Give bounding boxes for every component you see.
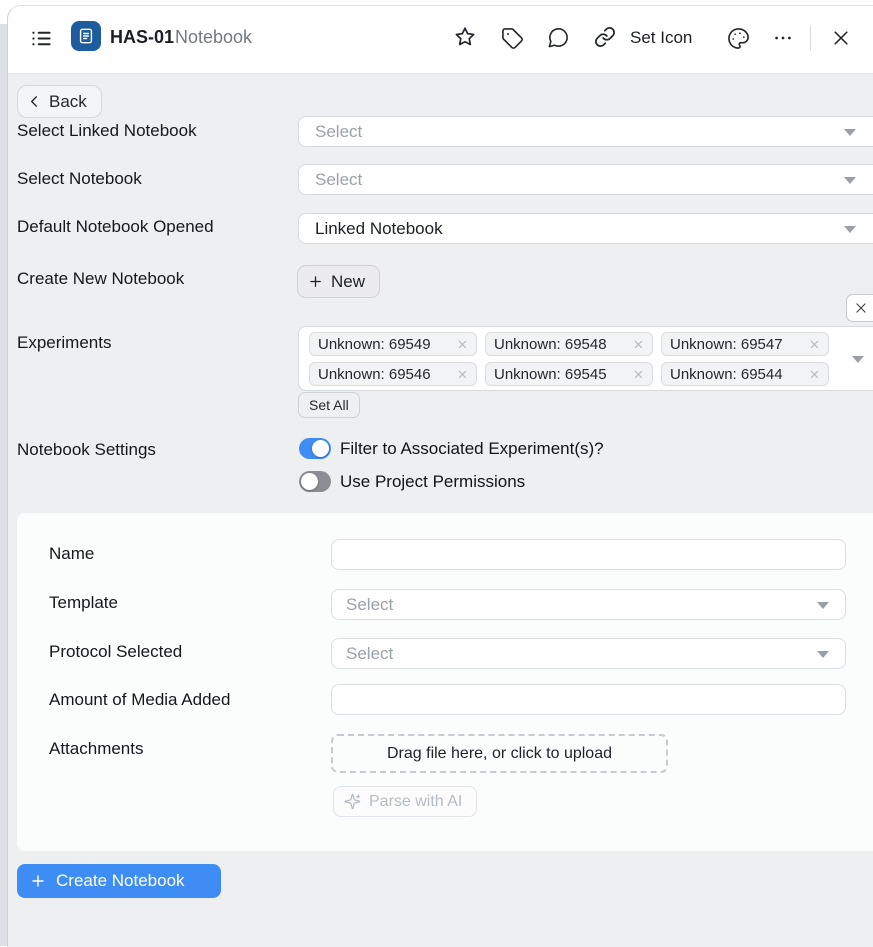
template-label: Template xyxy=(49,593,118,613)
page-subtitle: Notebook xyxy=(175,27,252,48)
parse-with-ai-label: Parse with AI xyxy=(369,793,462,811)
chevron-down-icon xyxy=(817,651,829,658)
file-dropzone[interactable]: Drag file here, or click to upload xyxy=(331,734,668,773)
notebook-form-card: Name Template Select Protocol Selected S… xyxy=(17,513,873,851)
select-notebook-dropdown[interactable]: Select xyxy=(298,164,873,195)
new-notebook-button[interactable]: New xyxy=(297,265,380,298)
parse-with-ai-button[interactable]: Parse with AI xyxy=(333,786,477,817)
header-bar: HAS-01 Notebook Set Icon xyxy=(8,6,873,74)
sparkles-icon xyxy=(344,793,361,810)
default-notebook-opened-dropdown[interactable]: Linked Notebook xyxy=(298,213,873,244)
notebook-settings-label: Notebook Settings xyxy=(17,440,156,460)
tag-icon[interactable] xyxy=(498,24,526,52)
palette-icon[interactable] xyxy=(724,24,752,52)
create-notebook-button[interactable]: Create Notebook xyxy=(17,864,221,898)
project-permissions-toggle-label: Use Project Permissions xyxy=(340,472,525,492)
experiment-tag: Unknown: 69547 xyxy=(661,332,829,356)
header-divider xyxy=(810,25,811,51)
close-icon[interactable] xyxy=(827,24,855,52)
experiment-tag-label: Unknown: 69548 xyxy=(494,336,607,353)
tag-remove-icon[interactable] xyxy=(633,339,644,350)
chevron-left-icon xyxy=(27,94,42,109)
chevron-down-icon xyxy=(852,356,864,363)
tag-remove-icon[interactable] xyxy=(457,369,468,380)
select-notebook-label: Select Notebook xyxy=(17,169,142,189)
filter-experiments-toggle[interactable] xyxy=(299,438,331,459)
toggle-knob xyxy=(301,473,318,490)
experiment-tag: Unknown: 69546 xyxy=(309,362,477,386)
template-dropdown[interactable]: Select xyxy=(331,589,846,620)
back-button[interactable]: Back xyxy=(17,85,102,118)
select-linked-notebook-label: Select Linked Notebook xyxy=(17,121,197,141)
amount-of-media-added-label: Amount of Media Added xyxy=(49,690,230,710)
protocol-selected-placeholder: Select xyxy=(346,644,393,664)
tag-remove-icon[interactable] xyxy=(809,339,820,350)
protocol-selected-dropdown[interactable]: Select xyxy=(331,638,846,669)
chevron-down-icon xyxy=(844,129,856,136)
experiment-tag-label: Unknown: 69545 xyxy=(494,366,607,383)
experiments-multiselect[interactable]: Unknown: 69549 Unknown: 69548 Unknown: 6… xyxy=(298,326,873,391)
create-notebook-button-label: Create Notebook xyxy=(56,871,185,891)
more-options-icon[interactable] xyxy=(769,24,797,52)
experiment-tag: Unknown: 69548 xyxy=(485,332,653,356)
new-notebook-button-label: New xyxy=(331,272,365,292)
tag-remove-icon[interactable] xyxy=(809,369,820,380)
chevron-down-icon xyxy=(844,226,856,233)
toggle-knob xyxy=(312,440,329,457)
name-input[interactable] xyxy=(331,539,846,570)
default-notebook-opened-label: Default Notebook Opened xyxy=(17,217,214,237)
dropzone-text: Drag file here, or click to upload xyxy=(387,745,612,763)
experiments-label: Experiments xyxy=(17,333,111,353)
comment-icon[interactable] xyxy=(544,23,572,51)
select-notebook-placeholder: Select xyxy=(315,170,362,190)
back-button-label: Back xyxy=(49,92,87,112)
star-icon[interactable] xyxy=(451,23,479,51)
experiment-tag: Unknown: 69544 xyxy=(661,362,829,386)
plus-icon xyxy=(30,873,46,889)
project-permissions-toggle[interactable] xyxy=(299,471,331,492)
notebook-app-icon[interactable] xyxy=(71,21,101,51)
template-placeholder: Select xyxy=(346,595,393,615)
close-icon xyxy=(854,301,868,315)
experiments-dismiss-button[interactable] xyxy=(846,294,873,322)
protocol-selected-label: Protocol Selected xyxy=(49,642,182,662)
plus-icon xyxy=(308,274,323,289)
select-linked-notebook-placeholder: Select xyxy=(315,122,362,142)
amount-of-media-added-input[interactable] xyxy=(331,684,846,715)
set-icon-button[interactable]: Set Icon xyxy=(630,28,692,48)
chevron-down-icon xyxy=(844,177,856,184)
filter-experiments-toggle-label: Filter to Associated Experiment(s)? xyxy=(340,439,604,459)
experiment-tag-label: Unknown: 69546 xyxy=(318,366,431,383)
attachments-label: Attachments xyxy=(49,739,144,759)
experiment-tag-label: Unknown: 69549 xyxy=(318,336,431,353)
create-new-notebook-label: Create New Notebook xyxy=(17,269,184,289)
experiment-tag-label: Unknown: 69544 xyxy=(670,366,783,383)
experiment-tag-label: Unknown: 69547 xyxy=(670,336,783,353)
select-linked-notebook-dropdown[interactable]: Select xyxy=(298,116,873,147)
tag-remove-icon[interactable] xyxy=(633,369,644,380)
notebook-dialog-panel: HAS-01 Notebook Set Icon xyxy=(7,5,873,947)
link-icon[interactable] xyxy=(591,23,619,51)
tag-remove-icon[interactable] xyxy=(457,339,468,350)
name-label: Name xyxy=(49,544,94,564)
chevron-down-icon xyxy=(817,602,829,609)
page-title: HAS-01 xyxy=(110,27,174,48)
experiment-tag: Unknown: 69545 xyxy=(485,362,653,386)
set-all-button[interactable]: Set All xyxy=(298,392,360,418)
experiment-tag: Unknown: 69549 xyxy=(309,332,477,356)
default-notebook-opened-value: Linked Notebook xyxy=(315,219,443,239)
list-icon[interactable] xyxy=(27,24,55,52)
